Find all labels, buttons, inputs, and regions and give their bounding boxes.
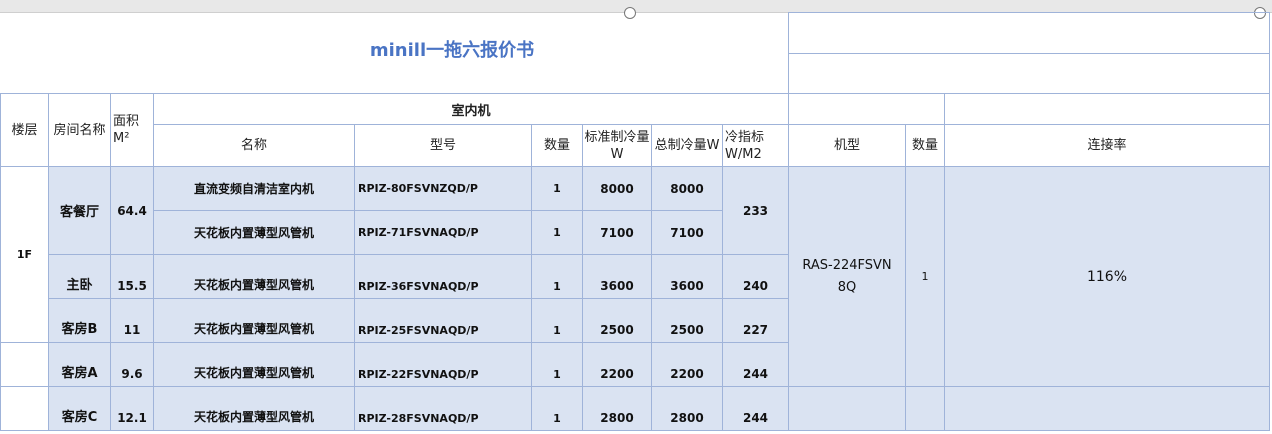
area-cell[interactable]: 12.1: [110, 386, 154, 431]
outdoor-qty-cell[interactable]: 1: [905, 166, 945, 387]
unit-qty-cell[interactable]: 1: [531, 342, 583, 387]
room-cell[interactable]: 客房B: [48, 298, 111, 343]
unit-qty-cell[interactable]: 1: [531, 298, 583, 343]
unit-name-cell[interactable]: 天花板内置薄型风管机: [153, 210, 355, 255]
unit-std-cooling-cell[interactable]: 2500: [582, 298, 652, 343]
outdoor-qty-cell-empty[interactable]: [905, 386, 945, 431]
unit-total-cooling-cell[interactable]: 2800: [651, 386, 723, 431]
unit-std-cooling-cell[interactable]: 3600: [582, 254, 652, 299]
unit-name-cell[interactable]: 天花板内置薄型风管机: [153, 342, 355, 387]
outdoor-model-text: RAS-224FSVN8Q: [802, 257, 892, 295]
header-connection-rate[interactable]: 连接率: [944, 124, 1270, 167]
unit-name-cell[interactable]: 天花板内置薄型风管机: [153, 386, 355, 431]
unit-model-cell[interactable]: RPIZ-36FSVNAQD/P: [354, 254, 532, 299]
room-cell[interactable]: 主卧: [48, 254, 111, 299]
unit-std-cooling-cell[interactable]: 2200: [582, 342, 652, 387]
connection-rate-cell-empty[interactable]: [944, 386, 1270, 431]
unit-model-cell[interactable]: RPIZ-25FSVNAQD/P: [354, 298, 532, 343]
header-total-cooling[interactable]: 总制冷量W: [651, 124, 723, 167]
unit-std-cooling-cell[interactable]: 8000: [582, 166, 652, 211]
outdoor-model-cell-empty[interactable]: [788, 386, 906, 431]
area-cell[interactable]: 11: [110, 298, 154, 343]
unit-name-cell[interactable]: 天花板内置薄型风管机: [153, 298, 355, 343]
unit-total-cooling-cell[interactable]: 2200: [651, 342, 723, 387]
unit-model-cell[interactable]: RPIZ-28FSVNAQD/P: [354, 386, 532, 431]
header-floor[interactable]: 楼层: [0, 93, 49, 167]
area-cell[interactable]: 64.4: [110, 166, 154, 255]
blank-cell[interactable]: [788, 93, 945, 125]
header-indoor-unit[interactable]: 室内机: [153, 93, 789, 125]
header-std-cooling[interactable]: 标准制冷量W: [582, 124, 652, 167]
floor-cell[interactable]: 1F: [0, 166, 49, 343]
unit-qty-cell[interactable]: 1: [531, 386, 583, 431]
header-name[interactable]: 名称: [153, 124, 355, 167]
cooling-index-cell[interactable]: 227: [722, 298, 789, 343]
cooling-index-cell[interactable]: 240: [722, 254, 789, 299]
room-cell[interactable]: 客餐厅: [48, 166, 111, 255]
unit-qty-cell[interactable]: 1: [531, 166, 583, 211]
header-qty[interactable]: 数量: [531, 124, 583, 167]
cooling-index-cell[interactable]: 244: [722, 386, 789, 431]
header-room-name[interactable]: 房间名称: [48, 93, 111, 167]
outdoor-model-cell[interactable]: RAS-224FSVN8Q: [788, 166, 906, 387]
cooling-index-cell[interactable]: 244: [722, 342, 789, 387]
room-cell[interactable]: 客房A: [48, 342, 111, 387]
unit-std-cooling-cell[interactable]: 7100: [582, 210, 652, 255]
header-cooling-index[interactable]: 冷指标W/M2: [722, 124, 789, 167]
floor-cell-empty[interactable]: [0, 342, 49, 387]
header-outdoor-qty[interactable]: 数量: [905, 124, 945, 167]
unit-total-cooling-cell[interactable]: 2500: [651, 298, 723, 343]
area-cell[interactable]: 15.5: [110, 254, 154, 299]
header-outdoor-model[interactable]: 机型: [788, 124, 906, 167]
cooling-index-cell[interactable]: 233: [722, 166, 789, 255]
unit-total-cooling-cell[interactable]: 3600: [651, 254, 723, 299]
unit-model-cell[interactable]: RPIZ-71FSVNAQD/P: [354, 210, 532, 255]
header-model[interactable]: 型号: [354, 124, 532, 167]
sheet-title: minill一拖六报价书: [369, 40, 535, 61]
unit-model-cell[interactable]: RPIZ-80FSVNZQD/P: [354, 166, 532, 211]
unit-name-cell[interactable]: 直流变频自清洁室内机: [153, 166, 355, 211]
room-cell[interactable]: 客房C: [48, 386, 111, 431]
header-area[interactable]: 面积M²: [110, 93, 154, 167]
connection-rate-cell[interactable]: 116%: [944, 166, 1270, 387]
blank-cell[interactable]: [944, 93, 1270, 125]
area-cell[interactable]: 9.6: [110, 342, 154, 387]
unit-std-cooling-cell[interactable]: 2800: [582, 386, 652, 431]
unit-total-cooling-cell[interactable]: 7100: [651, 210, 723, 255]
floor-cell-empty[interactable]: [0, 386, 49, 431]
unit-model-cell[interactable]: RPIZ-22FSVNAQD/P: [354, 342, 532, 387]
quote-table: 楼层 房间名称 面积M² 室内机 名称 型号 数量 标准制冷量W 总制冷量W 冷…: [0, 12, 1270, 431]
unit-qty-cell[interactable]: 1: [531, 210, 583, 255]
unit-name-cell[interactable]: 天花板内置薄型风管机: [153, 254, 355, 299]
unit-total-cooling-cell[interactable]: 8000: [651, 166, 723, 211]
unit-qty-cell[interactable]: 1: [531, 254, 583, 299]
